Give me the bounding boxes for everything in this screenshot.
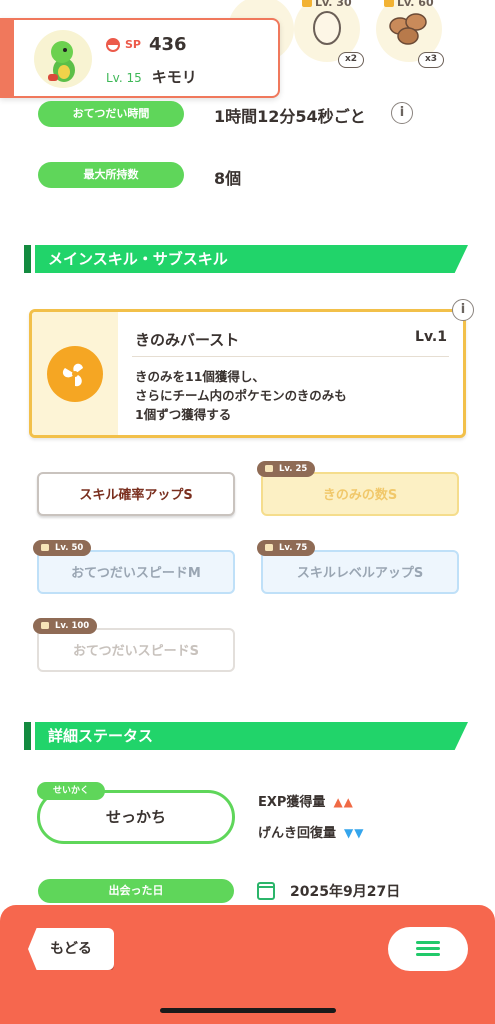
nature-tag: せいかく	[37, 782, 105, 800]
nuts-count: x3	[418, 52, 444, 68]
help-time-label: おてつだい時間	[38, 101, 184, 127]
back-button[interactable]: もどる	[28, 928, 114, 970]
effect-up: EXP獲得量 ▲▲	[258, 791, 354, 810]
main-skill-info-icon[interactable]: i	[452, 299, 474, 321]
main-skill-card[interactable]: きのみバースト Lv.1 きのみを11個獲得し、 さらにチーム内のポケモンのきの…	[29, 309, 466, 438]
lock-icon	[265, 544, 273, 551]
section-status-header: 詳細ステータス	[24, 722, 468, 750]
pokemon-card[interactable]: SP 436 Lv. 15 キモリ	[0, 18, 280, 98]
lock-tag-lv100: Lv. 100	[33, 618, 98, 634]
sp-value: 436	[148, 34, 187, 55]
section-title: 詳細ステータス	[48, 727, 154, 745]
header-items: Lv. 30 x2 Lv. 60 x3	[228, 0, 495, 90]
menu-button[interactable]	[388, 927, 468, 971]
main-skill-description: きのみを11個獲得し、 さらにチーム内のポケモンのきのみも 1個ずつ獲得する	[135, 369, 347, 422]
main-skill-level: Lv.1	[415, 329, 447, 345]
sub-skill-5[interactable]: おてつだいスピードS	[37, 628, 235, 672]
help-time-value: 1時間12分54秒ごと	[214, 107, 366, 126]
sub-skill-4[interactable]: スキルレベルアップS	[261, 550, 459, 594]
nuts-lock-level: Lv. 60	[384, 0, 434, 9]
max-carry-label: 最大所持数	[38, 162, 184, 188]
home-indicator[interactable]	[160, 1008, 336, 1013]
egg-lock-level: Lv. 30	[302, 0, 352, 9]
sub-skill-1[interactable]: スキル確率アップS	[37, 472, 235, 516]
calendar-icon	[257, 882, 275, 900]
pokemon-name: キモリ	[151, 68, 197, 86]
pokemon-sprite	[34, 30, 92, 88]
met-date-value: 2025年9月27日	[290, 884, 401, 900]
egg-count: x2	[338, 52, 364, 68]
down-arrows-icon: ▼▼	[344, 826, 365, 840]
effect-down-label: げんき回復量	[258, 826, 337, 841]
effect-up-label: EXP獲得量	[258, 795, 326, 810]
lock-icon	[265, 465, 273, 472]
lock-tag-lv50: Lv. 50	[33, 540, 92, 556]
lock-icon	[41, 544, 49, 551]
sub-skill-3[interactable]: おてつだいスピードM	[37, 550, 235, 594]
effect-down: げんき回復量 ▼▼	[258, 822, 364, 841]
section-skills-header: メインスキル・サブスキル	[24, 245, 468, 273]
section-title: メインスキル・サブスキル	[48, 250, 228, 268]
main-skill-name: きのみバースト	[135, 331, 240, 349]
menu-icon	[416, 941, 440, 944]
met-date-label: 出会った日	[38, 879, 234, 903]
lock-tag-lv25: Lv. 25	[257, 461, 316, 477]
pokemon-level: Lv. 15	[106, 71, 142, 85]
lock-icon	[41, 622, 49, 629]
max-carry-value: 8個	[214, 169, 242, 188]
lock-tag-lv75: Lv. 75	[257, 540, 316, 556]
berry-burst-icon	[47, 346, 103, 402]
up-arrows-icon: ▲▲	[333, 795, 354, 809]
info-icon[interactable]: i	[391, 102, 413, 124]
sub-skill-2[interactable]: きのみの数S	[261, 472, 459, 516]
pokeball-icon	[106, 37, 120, 52]
sp-label: SP	[125, 38, 141, 51]
